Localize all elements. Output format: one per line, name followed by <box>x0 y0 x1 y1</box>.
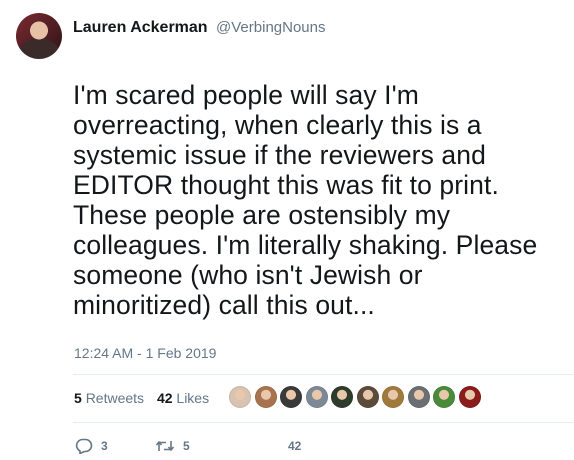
liker-avatar[interactable] <box>407 386 430 408</box>
tweet-text-line: someone (who isn't Jewish or <box>73 260 423 290</box>
likes-stat-count: 42 <box>156 390 173 406</box>
liker-avatar[interactable] <box>382 386 404 408</box>
liker-avatar[interactable] <box>458 386 481 408</box>
retweets-stat-count: 5 <box>74 390 82 406</box>
author-display-name[interactable]: Lauren Ackerman <box>73 19 208 36</box>
liker-avatars <box>229 386 484 408</box>
author-name-row: Lauren Ackerman @VerbingNouns <box>73 18 326 38</box>
likes-stat[interactable]: 42 Likes <box>157 390 209 406</box>
tweet-text-line: minoritized) call this out... <box>73 290 375 320</box>
retweet-count: 5 <box>183 439 190 453</box>
liker-avatar[interactable] <box>229 386 251 408</box>
retweet-button[interactable]: 5 <box>155 439 260 453</box>
tweet-text-line: systemic issue if the reviewers and <box>73 140 486 170</box>
retweets-stat-label: Retweets <box>85 390 145 406</box>
retweets-stat[interactable]: 5 Retweets <box>74 390 144 406</box>
tweet-text-line: These people are ostensibly my <box>73 200 451 230</box>
likes-stat-label: Likes <box>176 390 210 406</box>
divider <box>73 374 574 375</box>
speech-bubble-icon <box>75 438 93 454</box>
liker-avatar[interactable] <box>305 386 328 408</box>
liker-avatar[interactable] <box>356 386 379 408</box>
liker-avatar[interactable] <box>331 386 353 408</box>
tweet-text: I'm scared people will say I'm overreact… <box>73 80 543 320</box>
like-button[interactable]: 42 <box>260 439 301 453</box>
reply-count: 3 <box>101 439 108 453</box>
author-avatar[interactable] <box>16 13 62 59</box>
reply-button[interactable]: 3 <box>75 438 155 454</box>
tweet-timestamp[interactable]: 12:24 AM - 1 Feb 2019 <box>74 345 216 361</box>
divider <box>73 422 574 423</box>
like-count: 42 <box>288 439 302 453</box>
liker-avatar[interactable] <box>280 386 302 408</box>
tweet-text-line: I'm scared people will say I'm <box>73 80 419 110</box>
tweet-text-line: EDITOR thought this was fit to print. <box>73 170 499 200</box>
retweet-arrows-icon <box>155 441 175 451</box>
liker-avatar[interactable] <box>433 386 455 408</box>
tweet-stats: 5 Retweets 42 Likes <box>74 390 209 406</box>
author-handle[interactable]: @VerbingNouns <box>216 19 325 36</box>
liker-avatar[interactable] <box>254 386 277 408</box>
tweet-actions: 3 5 42 <box>75 438 301 454</box>
tweet-text-line: colleagues. I'm literally shaking. Pleas… <box>73 230 538 260</box>
tweet-text-line: overreacting, when clearly this is a <box>73 110 482 140</box>
